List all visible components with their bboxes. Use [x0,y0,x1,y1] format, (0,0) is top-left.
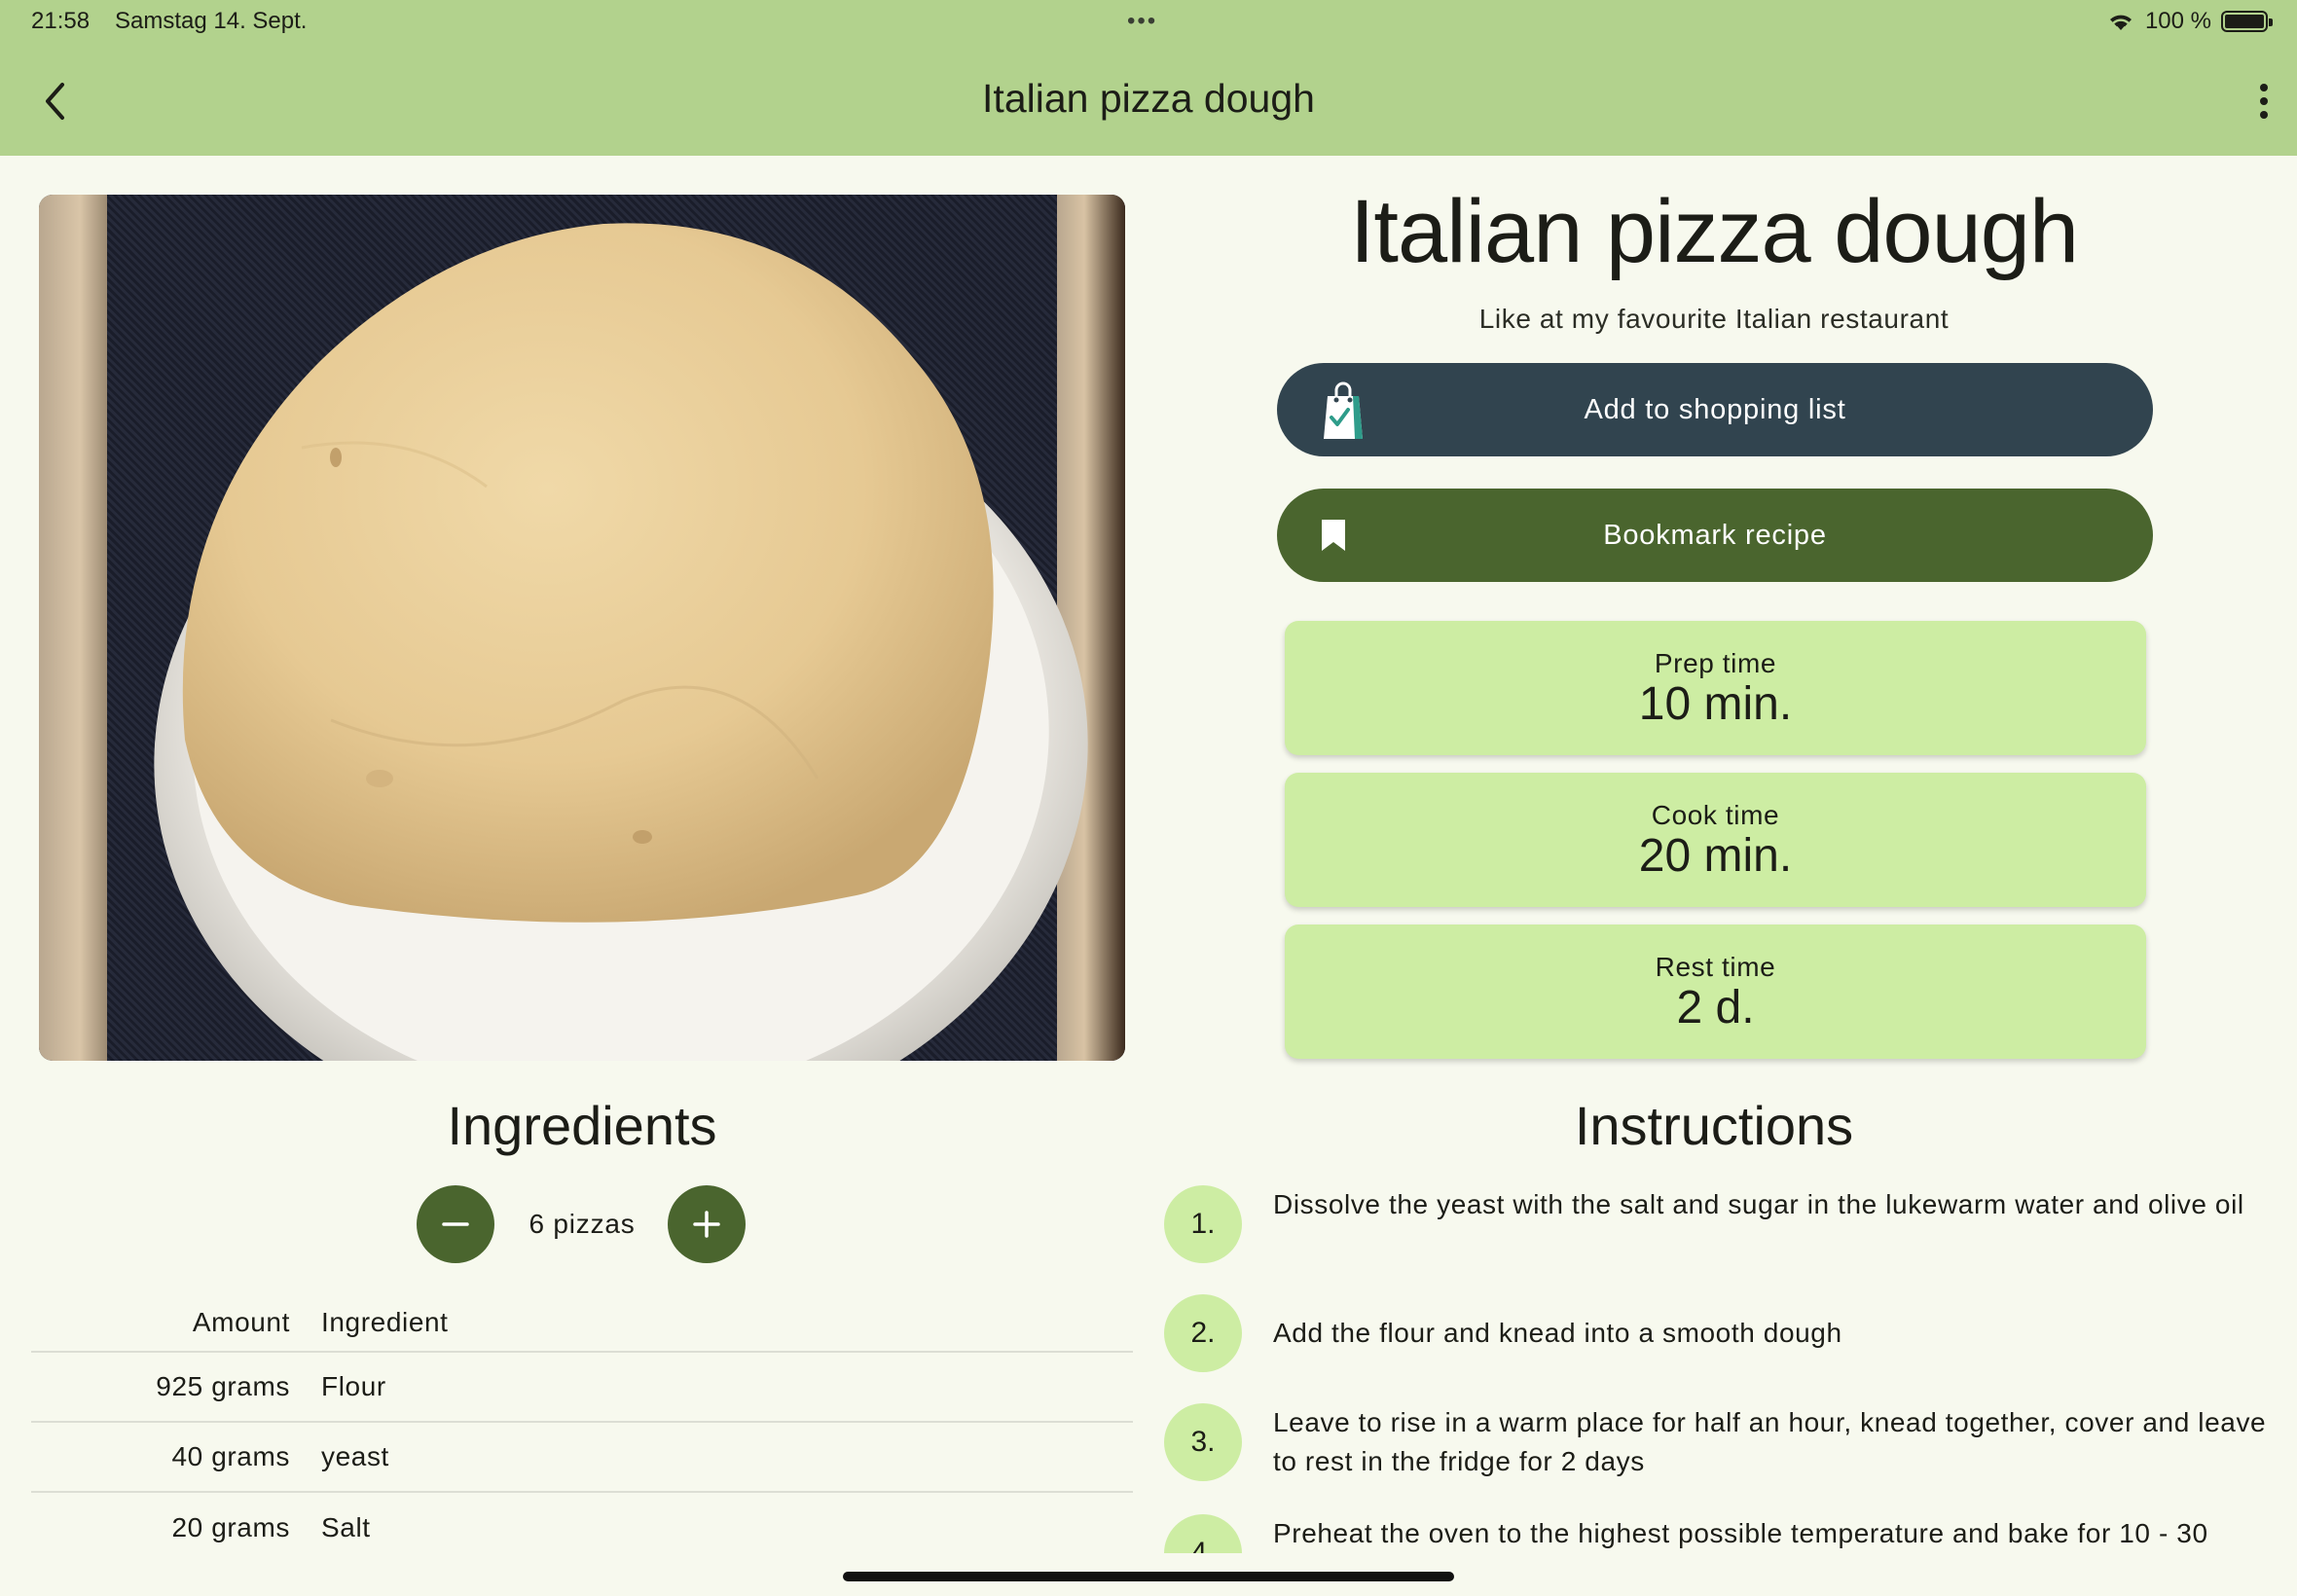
ingredients-title: Ingredients [447,1095,717,1156]
recipe-screen: 21:58 Samstag 14. Sept. ••• 100 % Italia… [0,0,2297,1596]
bookmark-button-label: Bookmark recipe [1603,519,1827,551]
decrease-servings-button[interactable] [417,1185,494,1263]
step-text: Dissolve the yeast with the salt and sug… [1273,1189,2244,1219]
servings-count: 6 pizzas [529,1209,636,1239]
ingredient-name: Flour [321,1371,386,1401]
cook-time-card: Cook time 20 min. [1285,773,2146,907]
rest-time-value: 2 d. [1676,982,1755,1034]
step-text: Add the flour and knead into a smooth do… [1273,1318,1842,1348]
shopping-bag-check-icon [1324,381,1363,439]
prep-time-label: Prep time [1654,648,1777,678]
prep-time-value: 10 min. [1638,678,1793,730]
cook-time-value: 20 min. [1638,830,1793,882]
ingredient-name: Salt [321,1512,371,1542]
cook-time-label: Cook time [1651,800,1780,830]
step-text: Preheat the oven to the highest possible… [1273,1518,2208,1548]
top-app-bar: 21:58 Samstag 14. Sept. ••• 100 % Italia… [0,0,2297,156]
ingredient-amount: 925 grams [156,1371,290,1401]
more-options-button[interactable] [2244,78,2283,125]
status-date: Samstag 14. Sept. [115,8,308,34]
dough-bowl-image [154,223,1088,1061]
table-row: 925 grams Flour [31,1353,1133,1423]
battery-percent: 100 % [2144,8,2211,34]
step-text: Leave to rise in a warm place for half a… [1273,1407,2267,1476]
step-number-badge: 2. [1164,1294,1242,1372]
prep-time-card: Prep time 10 min. [1285,621,2146,755]
nav-title: Italian pizza dough [982,76,1315,121]
step-number-badge: 1. [1164,1185,1242,1263]
battery-icon [2221,11,2273,32]
increase-servings-button[interactable] [668,1185,746,1263]
rest-time-label: Rest time [1655,952,1776,982]
shopping-button-label: Add to shopping list [1584,393,1846,425]
status-right: 100 % [2106,8,2273,35]
amount-column-header: Amount [192,1307,290,1337]
step-number-badge: 3. [1164,1403,1242,1481]
ingredients-table: Amount Ingredient 925 grams Flour 40 gra… [31,1294,1133,1563]
ingredient-name: yeast [321,1441,389,1471]
table-row: 40 grams yeast [31,1423,1133,1493]
recipe-photo [39,195,1125,1061]
ingredient-amount: 40 grams [171,1441,290,1471]
bookmark-recipe-button[interactable]: Bookmark recipe [1277,489,2153,582]
multitasking-dots[interactable]: ••• [1127,8,1157,35]
plus-icon [693,1211,720,1238]
recipe-title: Italian pizza dough [1349,182,2079,281]
ingredient-amount: 20 grams [171,1512,290,1542]
status-time: 21:58 [31,8,91,34]
more-vertical-icon [2260,84,2268,91]
ingredient-column-header: Ingredient [321,1307,449,1337]
instructions-title: Instructions [1574,1095,1854,1156]
home-indicator[interactable] [843,1572,1454,1581]
bookmark-icon [1322,520,1345,551]
recipe-subtitle: Like at my favourite Italian restaurant [1478,304,1950,334]
table-header: Amount Ingredient [31,1294,1133,1353]
add-to-shopping-list-button[interactable]: Add to shopping list [1277,363,2153,456]
rest-time-card: Rest time 2 d. [1285,925,2146,1059]
wifi-icon [2109,15,2132,30]
minus-icon [442,1222,469,1226]
